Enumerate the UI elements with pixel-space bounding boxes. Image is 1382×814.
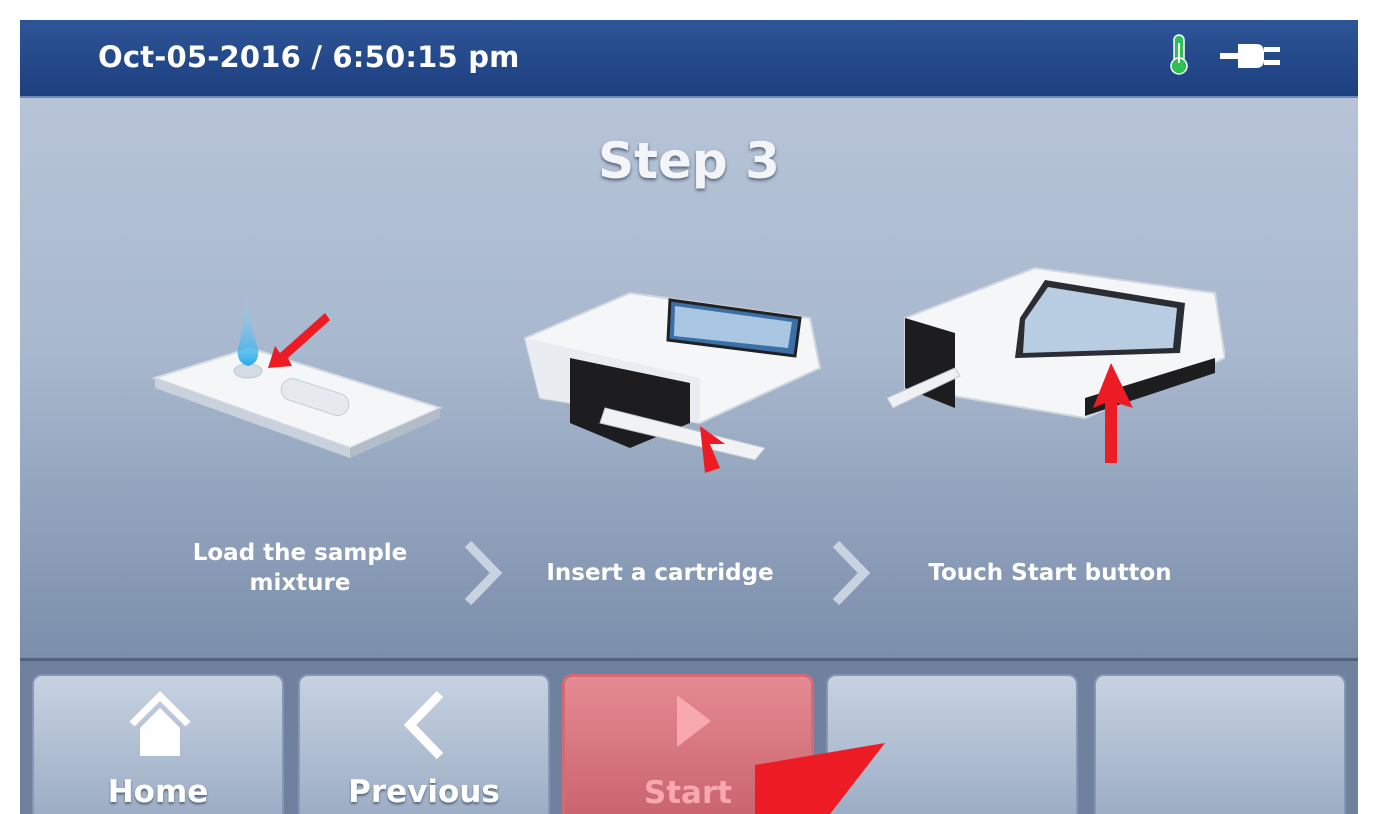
- step-title: Step 3: [598, 132, 780, 190]
- home-icon: [129, 691, 191, 756]
- pointer-arrow-icon: [755, 743, 885, 814]
- datetime-display: Oct-05-2016 / 6:50:15 pm: [98, 40, 520, 74]
- step-label-touch-start: Touch Start button: [928, 560, 1172, 586]
- touch-start-illustration: [886, 266, 1225, 463]
- instruction-panel: Step 3 Load the sample mixture Insert a …: [20, 98, 1358, 658]
- bottom-nav-bar: Home Previous Start: [20, 658, 1358, 814]
- device-screen: Oct-05-2016 / 6:50:15 pm Step 3 Load the…: [20, 20, 1358, 814]
- status-bar: Oct-05-2016 / 6:50:15 pm: [20, 20, 1358, 98]
- chevron-right-icon: [832, 540, 871, 606]
- step-label-load-sample: Load the sample mixture: [192, 540, 408, 596]
- previous-button[interactable]: Previous: [298, 674, 550, 814]
- step-label-insert-cartridge: Insert a cartridge: [546, 560, 774, 586]
- power-plug-icon: [1220, 44, 1280, 68]
- thermometer-icon: [1170, 34, 1188, 75]
- empty-nav-slot: [1094, 674, 1346, 814]
- home-label: Home: [107, 774, 209, 810]
- previous-label: Previous: [348, 774, 500, 810]
- sample-loading-illustration: [151, 288, 443, 458]
- home-button[interactable]: Home: [32, 674, 284, 814]
- chevron-left-icon: [403, 690, 444, 760]
- chevron-right-icon: [464, 540, 503, 606]
- cartridge-insert-illustration: [523, 291, 822, 473]
- play-icon: [677, 695, 711, 747]
